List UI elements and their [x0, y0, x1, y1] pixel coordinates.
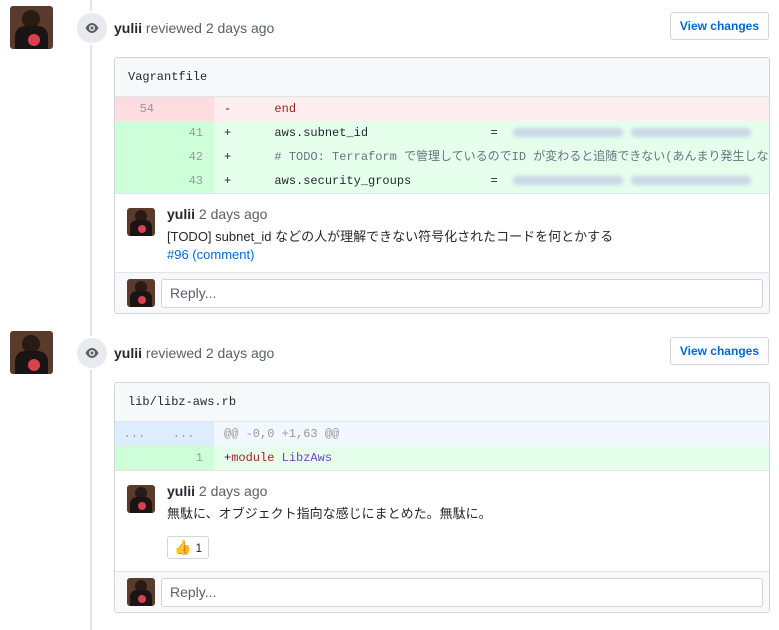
comment-meta: yulii 2 days ago	[167, 483, 757, 499]
expand-up-button[interactable]: ...	[115, 422, 164, 446]
comment-time[interactable]: 2 days ago	[199, 206, 268, 222]
review-comment: yulii 2 days ago [TODO] subnet_id などの人が理…	[115, 193, 769, 272]
view-changes-button[interactable]: View changes	[669, 337, 769, 365]
timeline-line	[90, 0, 92, 630]
file-path[interactable]: lib/libz-aws.rb	[115, 383, 769, 422]
new-line-number[interactable]	[164, 97, 214, 121]
diff-hunk-header: ... ... @@ -0,0 +1,63 @@	[115, 422, 769, 446]
new-line-number[interactable]: 42	[164, 145, 214, 169]
reaction-count: 1	[195, 540, 203, 555]
comment-author[interactable]: yulii	[167, 483, 195, 499]
comment-meta: yulii 2 days ago	[167, 206, 757, 222]
file-path[interactable]: Vagrantfile	[115, 58, 769, 97]
reviewer-name[interactable]: yulii	[114, 20, 142, 36]
view-changes-button[interactable]: View changes	[669, 12, 769, 40]
diff-line: 41 + aws.subnet_id =	[115, 121, 769, 145]
comment-body: 無駄に、オブジェクト指向な感じにまとめた。無駄に。	[167, 506, 492, 521]
review-action: reviewed 2 days ago	[145, 20, 275, 36]
review-card: Vagrantfile 54 - end 41 + aws.subnet_id …	[114, 57, 770, 314]
diff-line: 42 + # TODO: Terraform で管理しているのでID が変わると…	[115, 145, 769, 169]
diff-code: + # TODO: Terraform で管理しているのでID が変わると追随で…	[224, 150, 769, 164]
review-card: lib/libz-aws.rb ... ... @@ -0,0 +1,63 @@…	[114, 382, 770, 613]
old-line-number[interactable]	[115, 169, 164, 193]
expand-down-button[interactable]: ...	[164, 422, 214, 446]
eye-icon	[75, 11, 109, 45]
reaction-button[interactable]: 👍 1	[167, 536, 210, 559]
hunk-text: @@ -0,0 +1,63 @@	[224, 427, 340, 441]
avatar[interactable]	[10, 6, 53, 49]
old-line-number[interactable]	[115, 446, 164, 470]
reviewer-name[interactable]: yulii	[114, 345, 142, 361]
reply-row: Reply...	[115, 571, 769, 612]
review-header: yulii reviewed 2 days ago	[114, 20, 274, 36]
diff-code: + aws.subnet_id =	[214, 121, 769, 145]
comment-body: [TODO] subnet_id などの人が理解できない符号化されたコードを何と…	[167, 229, 614, 244]
eye-icon	[75, 336, 109, 370]
avatar	[127, 578, 155, 606]
review-comment: yulii 2 days ago 無駄に、オブジェクト指向な感じにまとめた。無駄…	[115, 470, 769, 571]
diff-code: +module LibzAws	[224, 451, 333, 465]
diff-code: + aws.security_groups =	[214, 169, 769, 193]
diff-line: 54 - end	[115, 97, 769, 121]
comment-author[interactable]: yulii	[167, 206, 195, 222]
reply-row: Reply...	[115, 272, 769, 313]
diff-code: - end	[224, 102, 297, 116]
old-line-number[interactable]	[115, 121, 164, 145]
reply-input[interactable]: Reply...	[161, 279, 763, 308]
new-line-number[interactable]: 1	[164, 446, 214, 470]
diff-line: 1 +module LibzAws	[115, 446, 769, 470]
comment-time[interactable]: 2 days ago	[199, 483, 268, 499]
review-action: reviewed 2 days ago	[145, 345, 275, 361]
new-line-number[interactable]: 43	[164, 169, 214, 193]
comment-link[interactable]: #96 (comment)	[167, 247, 757, 262]
thumbs-up-icon: 👍	[174, 539, 192, 555]
old-line-number[interactable]: 54	[115, 97, 164, 121]
reply-input[interactable]: Reply...	[161, 578, 763, 607]
review-header: yulii reviewed 2 days ago	[114, 345, 274, 361]
new-line-number[interactable]: 41	[164, 121, 214, 145]
old-line-number[interactable]	[115, 145, 164, 169]
avatar[interactable]	[10, 331, 53, 374]
avatar	[127, 279, 155, 307]
avatar[interactable]	[127, 208, 155, 236]
diff-line: 43 + aws.security_groups =	[115, 169, 769, 193]
avatar[interactable]	[127, 485, 155, 513]
